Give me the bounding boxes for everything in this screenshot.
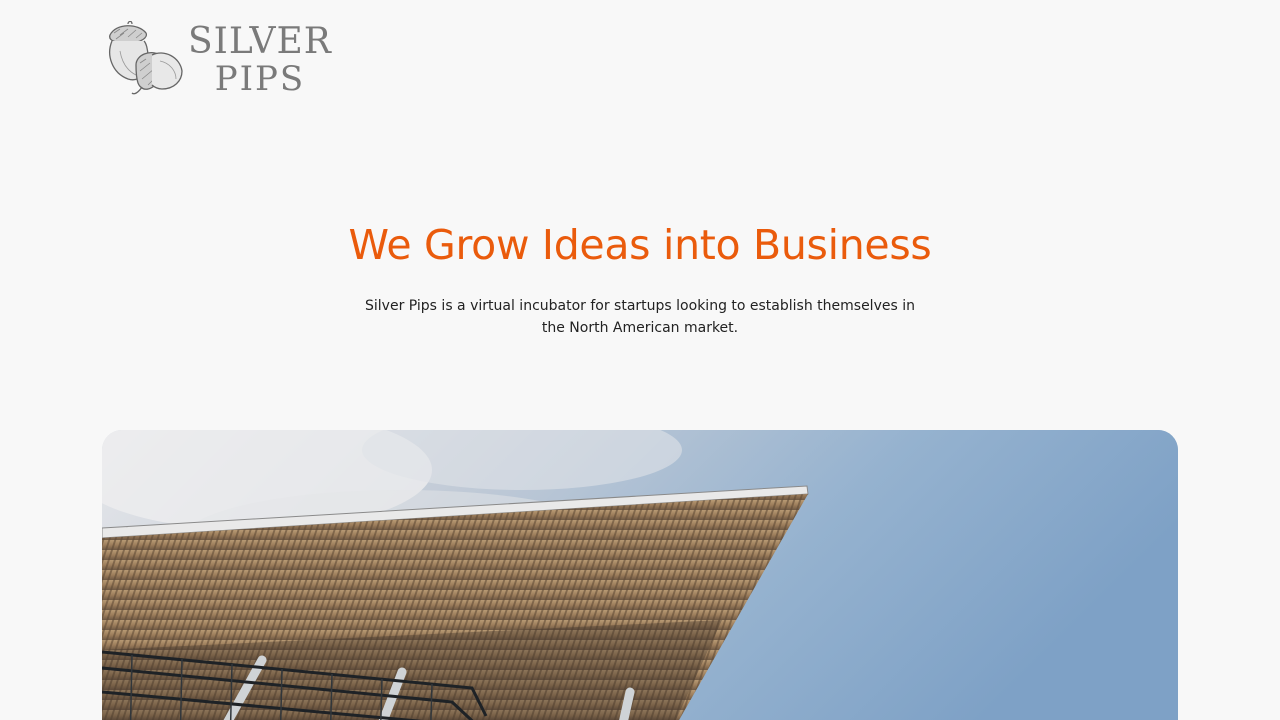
hero-image — [102, 430, 1178, 720]
page: SILVER PIPS We Grow Ideas into Business … — [0, 0, 1280, 720]
hero-section: We Grow Ideas into Business Silver Pips … — [0, 215, 1280, 339]
building-photo — [102, 430, 1178, 720]
acorn-icon — [102, 21, 186, 99]
logo-line-2: PIPS — [214, 59, 306, 99]
hero-title: We Grow Ideas into Business — [348, 221, 932, 269]
logo-link[interactable]: SILVER PIPS — [102, 21, 332, 99]
logo-wordmark: SILVER PIPS — [188, 21, 332, 99]
hero-description: Silver Pips is a virtual incubator for s… — [365, 298, 915, 336]
logo-line-1: SILVER — [188, 21, 332, 62]
site-header: SILVER PIPS — [102, 20, 332, 100]
